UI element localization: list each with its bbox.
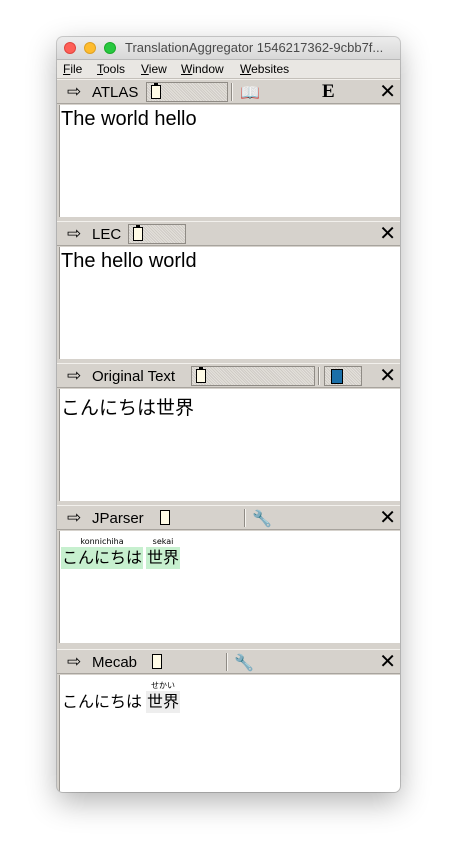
mecab-label: Mecab [92, 654, 138, 671]
word-token[interactable]: sekai 世界 [146, 537, 181, 569]
wrench-icon[interactable]: 🔧 [234, 653, 254, 673]
original-text-pane: ⇨ Original Text ✕ こんにちは世界 [57, 363, 400, 501]
lec-content[interactable]: The hello world [59, 247, 400, 359]
word-token[interactable]: こんにちは [61, 681, 143, 713]
toolbar-separator [226, 653, 228, 671]
e-icon[interactable]: E [322, 81, 335, 103]
jparser-parsed-text: konnichiha こんにちは sekai 世界 [61, 537, 181, 569]
close-icon[interactable]: ✕ [379, 80, 396, 104]
jparser-toolbar: ⇨ JParser 🔧 ✕ [57, 505, 400, 530]
jparser-label: JParser [92, 510, 144, 527]
arrow-icon[interactable]: ⇨ [67, 508, 81, 528]
arrow-icon[interactable]: ⇨ [67, 652, 81, 672]
arrow-icon[interactable]: ⇨ [67, 366, 81, 386]
menu-websites[interactable]: Websites [240, 62, 289, 76]
close-window-button[interactable] [64, 42, 76, 54]
window-title: TranslationAggregator 1546217362-9cbb7f.… [125, 40, 384, 55]
atlas-toolbar: ⇨ ATLAS 📖 E ✕ [57, 79, 400, 104]
original-label: Original Text [92, 368, 176, 385]
toolbar-separator [318, 367, 320, 385]
word-token[interactable]: せかい 世界 [146, 681, 181, 713]
lec-toolbar: ⇨ LEC ✕ [57, 221, 400, 246]
mecab-parsed-text: こんにちは せかい 世界 [61, 681, 181, 713]
window-icon [331, 369, 343, 384]
lec-pane: ⇨ LEC ✕ The hello world [57, 221, 400, 359]
mecab-pane: ⇨ Mecab 🔧 ✕ こんにちは せかい 世界 [57, 649, 400, 792]
menu-window[interactable]: Window [181, 62, 224, 76]
jparser-content[interactable]: konnichiha こんにちは sekai 世界 [59, 531, 400, 643]
menu-bar: File Tools View Window Websites [57, 60, 400, 79]
mecab-content[interactable]: こんにちは せかい 世界 [59, 675, 400, 792]
lec-translation: The hello world [61, 250, 197, 272]
atlas-content[interactable]: The world hello [59, 105, 400, 217]
atlas-label: ATLAS [92, 84, 139, 101]
atlas-clipboard-combo[interactable] [146, 82, 228, 102]
word-token[interactable]: konnichiha こんにちは [61, 537, 144, 569]
arrow-icon[interactable]: ⇨ [67, 224, 81, 244]
wrench-icon[interactable]: 🔧 [252, 509, 272, 529]
arrow-icon[interactable]: ⇨ [67, 82, 81, 102]
close-icon[interactable]: ✕ [379, 650, 396, 674]
toolbar-separator [231, 83, 233, 101]
original-toolbar: ⇨ Original Text ✕ [57, 363, 400, 388]
clipboard-icon[interactable] [152, 654, 162, 669]
close-icon[interactable]: ✕ [379, 506, 396, 530]
menu-file[interactable]: File [63, 62, 82, 76]
original-content[interactable]: こんにちは世界 [59, 389, 400, 501]
atlas-translation: The world hello [61, 108, 197, 130]
zoom-window-button[interactable] [104, 42, 116, 54]
minimize-window-button[interactable] [84, 42, 96, 54]
mecab-toolbar: ⇨ Mecab 🔧 ✕ [57, 649, 400, 674]
window-combo[interactable] [324, 366, 362, 386]
title-bar[interactable]: TranslationAggregator 1546217362-9cbb7f.… [57, 37, 400, 60]
clipboard-icon [133, 225, 143, 241]
original-text: こんにちは世界 [61, 397, 195, 419]
clipboard-icon[interactable] [160, 510, 170, 525]
menu-tools[interactable]: Tools [97, 62, 125, 76]
atlas-pane: ⇨ ATLAS 📖 E ✕ The world hello [57, 79, 400, 217]
original-clipboard-combo[interactable] [191, 366, 315, 386]
close-icon[interactable]: ✕ [379, 222, 396, 246]
lec-label: LEC [92, 226, 122, 243]
clipboard-icon [196, 367, 206, 383]
book-icon[interactable]: 📖 [240, 83, 260, 103]
close-icon[interactable]: ✕ [379, 364, 396, 388]
lec-clipboard-combo[interactable] [128, 224, 186, 244]
app-window: TranslationAggregator 1546217362-9cbb7f.… [57, 37, 400, 792]
jparser-pane: ⇨ JParser 🔧 ✕ konnichiha こんにちは sekai 世界 [57, 505, 400, 643]
clipboard-icon [151, 83, 161, 99]
toolbar-separator [244, 509, 246, 527]
menu-view[interactable]: View [141, 62, 167, 76]
